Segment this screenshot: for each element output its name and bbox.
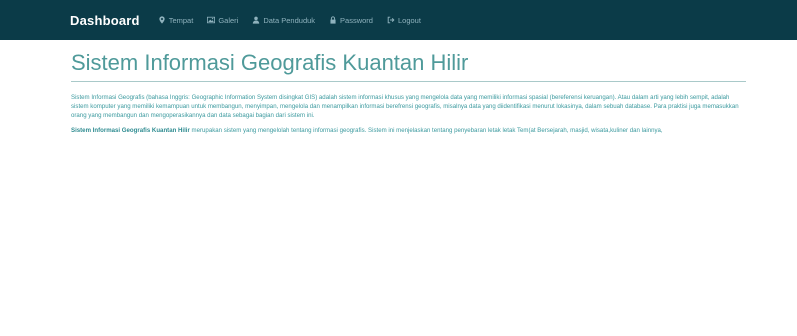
nav-item-label: Password xyxy=(340,15,373,25)
map-marker-icon xyxy=(158,16,166,24)
nav-item-password[interactable]: Password xyxy=(329,16,373,25)
nav-item-label: Tempat xyxy=(168,15,194,25)
nav-item-label: Data Penduduk xyxy=(263,15,316,25)
nav-item-galeri[interactable]: Galeri xyxy=(207,16,238,25)
title-divider xyxy=(71,81,746,82)
main-content: Sistem Informasi Geografis Kuantan Hilir… xyxy=(71,45,746,135)
description-paragraph: Sistem Informasi Geografis Kuantan Hilir… xyxy=(71,126,746,135)
page-title: Sistem Informasi Geografis Kuantan Hilir xyxy=(71,50,469,75)
nav-item-tempat[interactable]: Tempat xyxy=(158,15,194,25)
nav-item-logout[interactable]: Logout xyxy=(387,16,421,25)
nav-item-data-penduduk[interactable]: Data Penduduk xyxy=(252,16,315,25)
nav-item-label: Logout xyxy=(397,15,421,25)
intro-paragraph: Sistem Informasi Geografis (bahasa Inggr… xyxy=(71,94,739,120)
navbar-menu: Dashboard Tempat Galeri Data Penduduk Pa… xyxy=(70,13,435,28)
description-text: merupakan sistem yang mengelolah tentang… xyxy=(189,126,663,134)
lock-icon xyxy=(329,16,337,24)
brand-dashboard-link[interactable]: Dashboard xyxy=(70,13,140,28)
top-navbar: Dashboard Tempat Galeri Data Penduduk Pa… xyxy=(0,0,797,40)
picture-icon xyxy=(207,16,216,24)
nav-item-label: Galeri xyxy=(218,15,239,25)
description-bold-title: Sistem Informasi Geografis Kuantan Hilir xyxy=(71,126,190,134)
logout-icon xyxy=(387,16,395,24)
user-icon xyxy=(252,16,260,24)
